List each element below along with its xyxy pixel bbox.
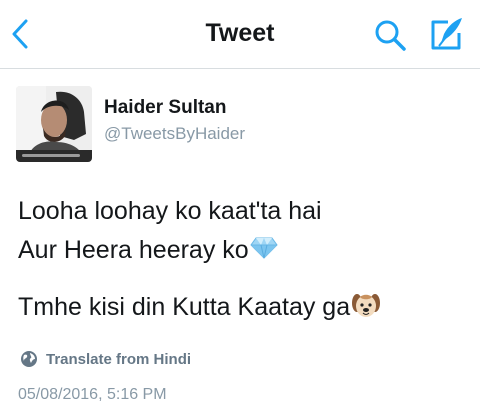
- tweet-text: Aur Heera heeray ko: [18, 236, 249, 264]
- tweet-text-line-1: Looha loohay ko kaat'ta hai: [18, 196, 322, 226]
- tweet-text-line-3: Tmhe kisi din Kutta Kaatay ga: [18, 291, 381, 326]
- tweet-timestamp: 05/08/2016, 5:16 PM: [18, 386, 167, 403]
- globe-icon: [21, 351, 37, 367]
- search-button[interactable]: [372, 18, 410, 54]
- translate-label: Translate from Hindi: [46, 350, 192, 368]
- gem-emoji: [250, 236, 278, 266]
- avatar[interactable]: [16, 86, 92, 162]
- compose-icon: [431, 18, 462, 50]
- navigation-bar: Tweet: [0, 0, 480, 69]
- author-handle[interactable]: @TweetsByHaider: [104, 124, 245, 144]
- author-name[interactable]: Haider Sultan: [104, 97, 226, 119]
- dog-face-emoji: [351, 291, 381, 326]
- translate-link[interactable]: Translate from Hindi: [20, 348, 191, 370]
- tweet-text-line-2: Aur Heera heeray ko: [18, 235, 278, 266]
- tweet-text: Looha loohay ko kaat'ta hai: [18, 197, 322, 225]
- profile-photo: [16, 86, 92, 162]
- tweet-text: Tmhe kisi din Kutta Kaatay ga: [18, 293, 351, 322]
- compose-button[interactable]: [426, 14, 468, 54]
- search-icon: [375, 20, 406, 51]
